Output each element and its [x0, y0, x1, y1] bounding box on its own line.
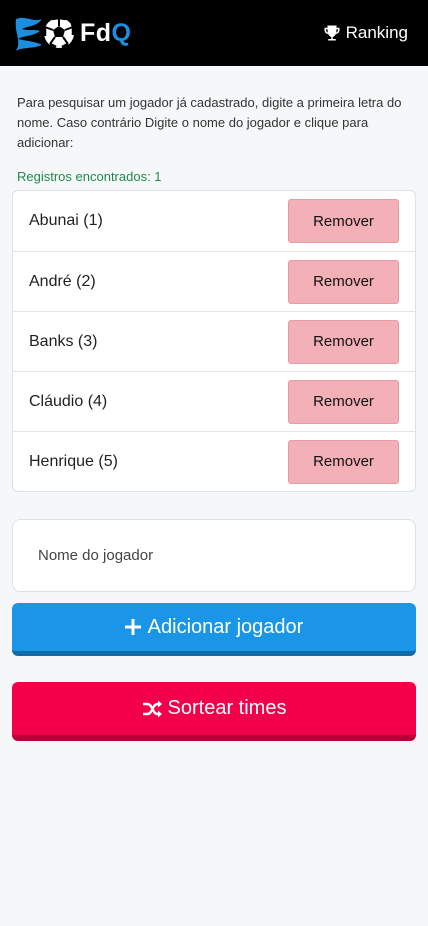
brand[interactable]: FdQ: [12, 11, 132, 55]
top-navbar: FdQ Ranking: [0, 0, 428, 66]
shuffle-icon: [142, 700, 162, 717]
player-row: André (2) Remover: [13, 251, 415, 311]
player-name-placeholder: Nome do jogador: [38, 547, 154, 564]
player-name: Cláudio (4): [29, 392, 108, 410]
trophy-icon: [324, 25, 340, 41]
player-name: Henrique (5): [29, 452, 118, 470]
plus-icon: [124, 619, 141, 635]
records-found: Registros encontrados: 1: [17, 169, 411, 184]
remove-button[interactable]: Remover: [288, 379, 399, 424]
shuffle-teams-button[interactable]: Sortear times: [12, 682, 416, 741]
shuffle-teams-label: Sortear times: [167, 697, 287, 719]
ranking-label: Ranking: [345, 23, 408, 42]
player-row: Banks (3) Remover: [13, 311, 415, 371]
instructions-text: Para pesquisar um jogador já cadastrado,…: [17, 95, 402, 150]
remove-button[interactable]: Remover: [288, 439, 399, 484]
player-list: Abunai (1) Remover André (2) Remover Ban…: [12, 190, 416, 492]
records-found-count: 1: [154, 169, 162, 184]
player-row: Henrique (5) Remover: [13, 431, 415, 491]
player-name: Banks (3): [29, 332, 98, 350]
ranking-link[interactable]: Ranking: [323, 23, 408, 43]
brand-q: Q: [111, 18, 132, 47]
player-name-input[interactable]: Nome do jogador: [12, 519, 416, 592]
add-player-label: Adicionar jogador: [147, 615, 304, 638]
player-name: André (2): [29, 272, 96, 290]
remove-button[interactable]: Remover: [288, 319, 399, 364]
player-row: Cláudio (4) Remover: [13, 371, 415, 431]
remove-button[interactable]: Remover: [288, 259, 399, 304]
player-name: Abunai (1): [29, 212, 103, 229]
records-found-label: Registros encontrados:: [17, 169, 155, 184]
player-row: Abunai (1) Remover: [13, 191, 415, 251]
soccer-ball-logo-icon: [15, 16, 75, 51]
brand-fd: Fd: [80, 18, 112, 47]
add-player-button[interactable]: Adicionar jogador: [12, 603, 416, 656]
brand-name: FdQ: [80, 19, 132, 48]
remove-button[interactable]: Remover: [288, 199, 399, 243]
